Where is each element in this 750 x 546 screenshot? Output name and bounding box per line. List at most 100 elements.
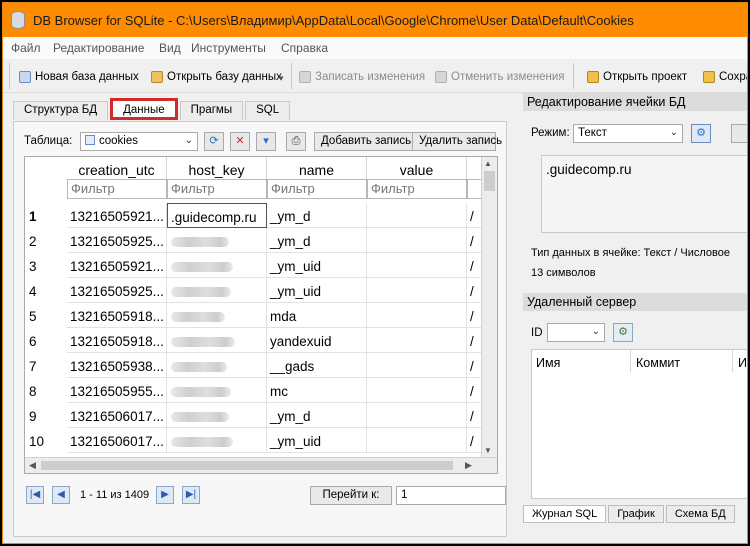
cell-host-key[interactable] [167,403,267,428]
tab-plot[interactable]: График [608,505,664,523]
cell-name[interactable]: _ym_uid [267,428,367,453]
delete-record-button[interactable]: Удалить запись [412,132,502,151]
cell-creation-utc[interactable]: 13216506017... [67,403,167,428]
tab-structure[interactable]: Структура БД [13,101,109,120]
cell-creation-utc[interactable]: 13216505925... [67,278,167,303]
filter-host-key[interactable]: Фильтр [167,179,267,199]
cell-value[interactable] [367,203,467,228]
cell-value[interactable] [367,278,467,303]
cell-name[interactable]: _ym_d [267,403,367,428]
cell-value[interactable] [367,228,467,253]
new-database-button[interactable]: Новая база данных [19,68,139,86]
refresh-icon[interactable]: ⟳ [204,132,224,151]
row-number[interactable]: 7 [25,353,67,378]
menu-tools[interactable]: Инструменты [191,41,266,55]
filter-name[interactable]: Фильтр [267,179,367,199]
cell-host-key[interactable] [167,328,267,353]
row-number[interactable]: 8 [25,378,67,403]
cell-value[interactable] [367,253,467,278]
row-number[interactable]: 5 [25,303,67,328]
remote-column-name[interactable]: Имя [536,356,560,370]
auto-switch-mode-icon[interactable]: ⚙ [691,124,711,143]
cell-name[interactable]: yandexuid [267,328,367,353]
cell-content-editor[interactable]: .guidecomp.ru [541,155,747,233]
row-number[interactable]: 10 [25,428,67,453]
goto-input[interactable]: 1 [396,486,506,505]
cell-name[interactable]: __gads [267,353,367,378]
cell-host-key[interactable] [167,303,267,328]
cell-value[interactable] [367,303,467,328]
last-page-icon[interactable]: ▶| [182,486,200,504]
remote-column-commit[interactable]: Коммит [636,356,680,370]
column-header-value[interactable]: value [367,157,467,179]
save-project-button[interactable]: Сохра [703,68,747,86]
cell-name[interactable]: _ym_d [267,228,367,253]
cell-host-key[interactable] [167,228,267,253]
cell-host-key[interactable] [167,278,267,303]
tab-sql[interactable]: SQL [245,101,291,120]
cell-creation-utc[interactable]: 13216505918... [67,303,167,328]
next-page-icon[interactable]: ▶ [156,486,174,504]
first-page-icon[interactable]: |◀ [26,486,44,504]
row-number[interactable]: 2 [25,228,67,253]
tab-data[interactable]: Данные [110,98,178,120]
column-header-name[interactable]: name [267,157,367,179]
remote-id-select[interactable]: ⌄ [547,323,605,342]
tab-pragmas[interactable]: Прагмы [179,101,244,120]
cell-host-key[interactable] [167,353,267,378]
cell-creation-utc[interactable]: 13216505921... [67,203,167,228]
vertical-scrollbar[interactable]: ▲ ▼ [481,157,497,457]
menu-view[interactable]: Вид [159,41,181,55]
row-number[interactable]: 3 [25,253,67,278]
remote-column-extra[interactable]: И [738,356,747,370]
column-header-creation-utc[interactable]: creation_utc [67,157,167,179]
cell-value[interactable] [367,428,467,453]
cell-creation-utc[interactable]: 13216505955... [67,378,167,403]
column-header-host-key[interactable]: host_key [167,157,267,179]
menu-file[interactable]: Файл [11,41,41,55]
cell-creation-utc[interactable]: 13216505921... [67,253,167,278]
cell-creation-utc[interactable]: 13216506017... [67,428,167,453]
cell-name[interactable]: mc [267,378,367,403]
horizontal-scroll-thumb[interactable] [41,461,453,470]
scroll-left-icon[interactable]: ◀ [29,460,36,471]
filter-creation-utc[interactable]: Фильтр [67,179,167,199]
open-project-button[interactable]: Открыть проект [587,68,687,86]
menu-edit[interactable]: Редактирование [53,41,144,55]
scroll-right-icon[interactable]: ▶ [465,460,472,471]
table-select[interactable]: cookies ⌄ [80,132,198,151]
add-record-button[interactable]: Добавить запись [314,132,419,151]
tab-sql-log[interactable]: Журнал SQL [523,505,607,523]
import-icon[interactable] [731,124,747,143]
open-dropdown-chevron-icon[interactable]: ▾ [279,73,284,84]
tab-db-schema[interactable]: Схема БД [665,505,735,523]
cell-creation-utc[interactable]: 13216505938... [67,353,167,378]
open-database-button[interactable]: Открыть базу данных [151,68,282,86]
cell-name[interactable]: _ym_uid [267,278,367,303]
cell-value[interactable] [367,328,467,353]
horizontal-scrollbar[interactable]: ◀ ▶ [25,457,497,473]
cell-value[interactable] [367,353,467,378]
cell-name[interactable]: mda [267,303,367,328]
row-number[interactable]: 9 [25,403,67,428]
mode-select[interactable]: Текст ⌄ [573,124,683,143]
save-filter-icon[interactable]: ▾ [256,132,276,151]
cell-name[interactable]: _ym_d [267,203,367,228]
menu-help[interactable]: Справка [281,41,328,55]
prev-page-icon[interactable]: ◀ [52,486,70,504]
cell-host-key[interactable] [167,378,267,403]
row-number[interactable]: 1 [25,203,67,228]
print-icon[interactable]: ⎙ [286,132,306,151]
revert-changes-button[interactable]: Отменить изменения [435,68,565,86]
cell-value[interactable] [367,378,467,403]
cell-value[interactable] [367,403,467,428]
cell-creation-utc[interactable]: 13216505925... [67,228,167,253]
vertical-scroll-thumb[interactable] [484,171,495,191]
row-number[interactable]: 4 [25,278,67,303]
goto-button[interactable]: Перейти к: [310,486,392,505]
cell-creation-utc[interactable]: 13216505918... [67,328,167,353]
write-changes-button[interactable]: Записать изменения [299,68,425,86]
cell-host-key[interactable]: .guidecomp.ru [167,203,267,228]
remote-settings-icon[interactable]: ⚙ [613,323,633,342]
cell-name[interactable]: _ym_uid [267,253,367,278]
